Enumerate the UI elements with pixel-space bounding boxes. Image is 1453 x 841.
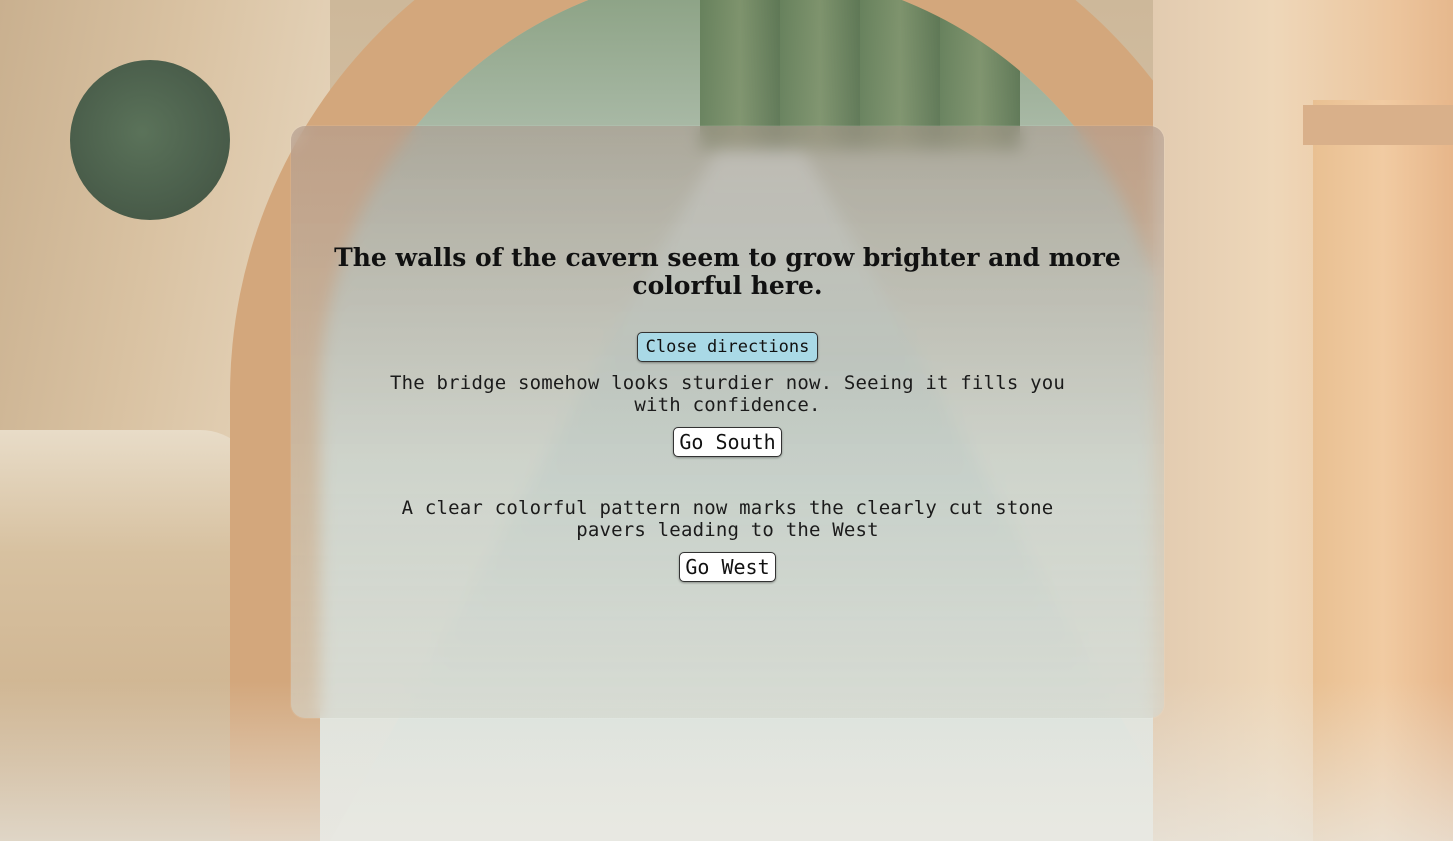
go-west-button[interactable]: Go West <box>679 552 776 582</box>
directions-panel: The walls of the cavern seem to grow bri… <box>291 126 1164 718</box>
scene-headline: The walls of the cavern seem to grow bri… <box>334 243 1121 300</box>
direction-option-south: The bridge somehow looks sturdier now. S… <box>331 372 1124 457</box>
go-south-button[interactable]: Go South <box>673 427 782 457</box>
direction-description: The bridge somehow looks sturdier now. S… <box>389 372 1066 416</box>
right-pillar-capital <box>1303 105 1453 145</box>
shrub <box>70 60 230 220</box>
close-directions-button[interactable]: Close directions <box>636 332 819 362</box>
direction-option-west: A clear colorful pattern now marks the c… <box>331 497 1124 582</box>
direction-description: A clear colorful pattern now marks the c… <box>401 497 1054 541</box>
